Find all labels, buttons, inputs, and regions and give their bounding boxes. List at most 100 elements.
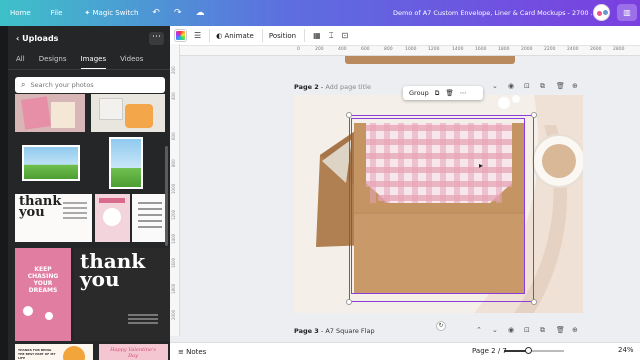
side-rail (0, 26, 8, 360)
resize-handle[interactable] (346, 112, 352, 118)
more-icon[interactable]: ⋯ (460, 89, 467, 97)
magic-switch-label: Magic Switch (92, 9, 139, 17)
add-page-icon[interactable]: ⊕ (572, 82, 578, 90)
lock-icon[interactable]: ⊡ (524, 326, 530, 334)
ruler-tick: 800 (171, 159, 176, 167)
resize-handle[interactable] (531, 112, 537, 118)
eye-icon[interactable]: ◉ (508, 326, 514, 334)
chevron-down-icon[interactable]: ⌄ (492, 326, 498, 334)
zoom-level[interactable]: 24% (618, 346, 634, 354)
ruler-top: 0 200 400 600 800 1000 1200 1400 1600 18… (180, 46, 640, 56)
ruler-tick: 2400 (567, 47, 579, 52)
redo-icon[interactable]: ↷ (174, 8, 182, 18)
lock-icon[interactable]: ⊡ (342, 31, 349, 40)
image-thumb[interactable] (15, 94, 85, 132)
paint-roller-icon[interactable]: ⌶ (329, 31, 334, 41)
ruler-tick: 2000 (521, 47, 533, 52)
image-thumb[interactable] (95, 194, 130, 242)
add-page-icon[interactable]: ⊕ (572, 326, 578, 334)
document-title[interactable]: Demo of A7 Custom Envelope, Liner & Card… (393, 9, 597, 17)
tab-divider (8, 69, 170, 70)
chevron-down-icon[interactable]: ⌄ (492, 82, 498, 90)
tab-all[interactable]: All (16, 55, 25, 70)
panel-tabs: All Designs Images Videos (16, 55, 157, 70)
ruler-tick: 200 (171, 66, 176, 74)
notes-label: Notes (186, 347, 207, 356)
notes-button[interactable]: ≡ Notes (178, 348, 206, 356)
ruler-tick: 200 (315, 47, 324, 52)
lock-icon[interactable]: ⊡ (524, 82, 530, 90)
avatar[interactable] (593, 4, 610, 21)
rotate-icon[interactable]: ↻ (436, 321, 446, 331)
file-menu[interactable]: File (51, 9, 63, 17)
uploads-panel: ‹ Uploads ⋯ All Designs Images Videos ⌕ … (8, 26, 170, 360)
keep-chasing-text: KEEP CHASING YOUR DREAMS (27, 266, 59, 294)
image-thumb[interactable] (22, 145, 80, 181)
resize-handle[interactable] (531, 299, 537, 305)
zoom-knob[interactable] (525, 347, 532, 354)
thank-you-text: thank you (19, 194, 62, 220)
menu-lines-icon[interactable]: ☰ (194, 31, 201, 40)
ruler-tick: 400 (338, 47, 347, 52)
duplicate-page-icon[interactable]: ⧉ (540, 326, 545, 335)
image-thumb[interactable] (109, 137, 143, 189)
ruler-tick: 0 (297, 47, 300, 52)
element-selection-box[interactable] (351, 118, 525, 294)
group-button[interactable]: Group (409, 89, 429, 97)
page-indicator[interactable]: Page 2 / 7 (472, 347, 507, 355)
page-number: Page 3 (294, 327, 319, 335)
home-button[interactable]: Home (10, 9, 31, 17)
trash-icon[interactable]: 🗑 (556, 82, 565, 90)
image-thumb[interactable] (132, 194, 167, 242)
ruler-tick: 1000 (405, 47, 417, 52)
position-button[interactable]: Position (269, 32, 296, 40)
image-thumb[interactable]: thank you (74, 248, 170, 341)
chevron-up-icon[interactable]: ⌃ (476, 326, 482, 334)
image-thumb[interactable]: thank you (15, 194, 92, 242)
search-input[interactable] (30, 81, 151, 89)
ruler-tick: 1400 (452, 47, 464, 52)
cloud-save-icon[interactable]: ☁ (196, 8, 205, 18)
trash-icon[interactable]: 🗑 (556, 326, 565, 334)
image-thumb[interactable]: KEEP CHASING YOUR DREAMS (15, 248, 71, 341)
more-options-button[interactable]: ⋯ (149, 32, 164, 45)
panel-header: ‹ Uploads (16, 34, 58, 43)
notes-icon: ≡ (178, 347, 187, 356)
tab-designs[interactable]: Designs (39, 55, 67, 70)
thanks-text: THANKS FOR BEING THE BEST PART OF MY LIF… (18, 348, 56, 360)
tab-images[interactable]: Images (80, 55, 107, 70)
resize-handle[interactable] (346, 299, 352, 305)
ruler-tick: 600 (171, 132, 176, 140)
chart-icon[interactable]: ▥ (617, 4, 637, 21)
duplicate-page-icon[interactable]: ⧉ (540, 82, 545, 91)
image-thumb[interactable]: Happy Valentine's Day (99, 344, 168, 360)
magic-switch-button[interactable]: ✦ Magic Switch (84, 9, 138, 17)
page-title-input[interactable]: Add page title (325, 83, 371, 91)
transparency-icon[interactable]: ▦ (313, 31, 321, 40)
ruler-tick: 600 (361, 47, 370, 52)
valentine-text: Happy Valentine's Day (110, 347, 156, 359)
animate-icon: ◐ (216, 31, 225, 40)
zoom-slider[interactable] (504, 347, 564, 354)
copy-icon[interactable]: ⧉ (435, 89, 440, 98)
ruler-tick: 2200 (544, 47, 556, 52)
ruler-tick: 800 (384, 47, 393, 52)
animate-button[interactable]: ◐ Animate (216, 32, 254, 40)
undo-icon[interactable]: ↶ (152, 8, 160, 18)
cursor-icon: ▸ (479, 161, 484, 170)
ruler-tick: 1800 (171, 283, 176, 294)
panel-scrollbar[interactable] (165, 146, 168, 246)
tab-videos[interactable]: Videos (120, 55, 143, 70)
top-bar: Home File ✦ Magic Switch ↶ ↷ ☁ Demo of A… (0, 0, 640, 26)
panel-title: Uploads (22, 34, 59, 43)
page-2-label: Page 2 - Add page title (294, 83, 371, 91)
trash-icon[interactable]: 🗑 (445, 89, 453, 97)
ruler-tick: 1000 (171, 183, 176, 194)
search-bar[interactable]: ⌕ (15, 77, 165, 93)
color-swatch[interactable] (175, 30, 186, 41)
page-3-label: Page 3 - A7 Square Flap (294, 327, 375, 335)
image-thumb[interactable] (91, 94, 165, 132)
page-title[interactable]: A7 Square Flap (325, 327, 374, 335)
eye-icon[interactable]: ◉ (508, 82, 514, 90)
image-thumb[interactable]: THANKS FOR BEING THE BEST PART OF MY LIF… (15, 344, 93, 360)
